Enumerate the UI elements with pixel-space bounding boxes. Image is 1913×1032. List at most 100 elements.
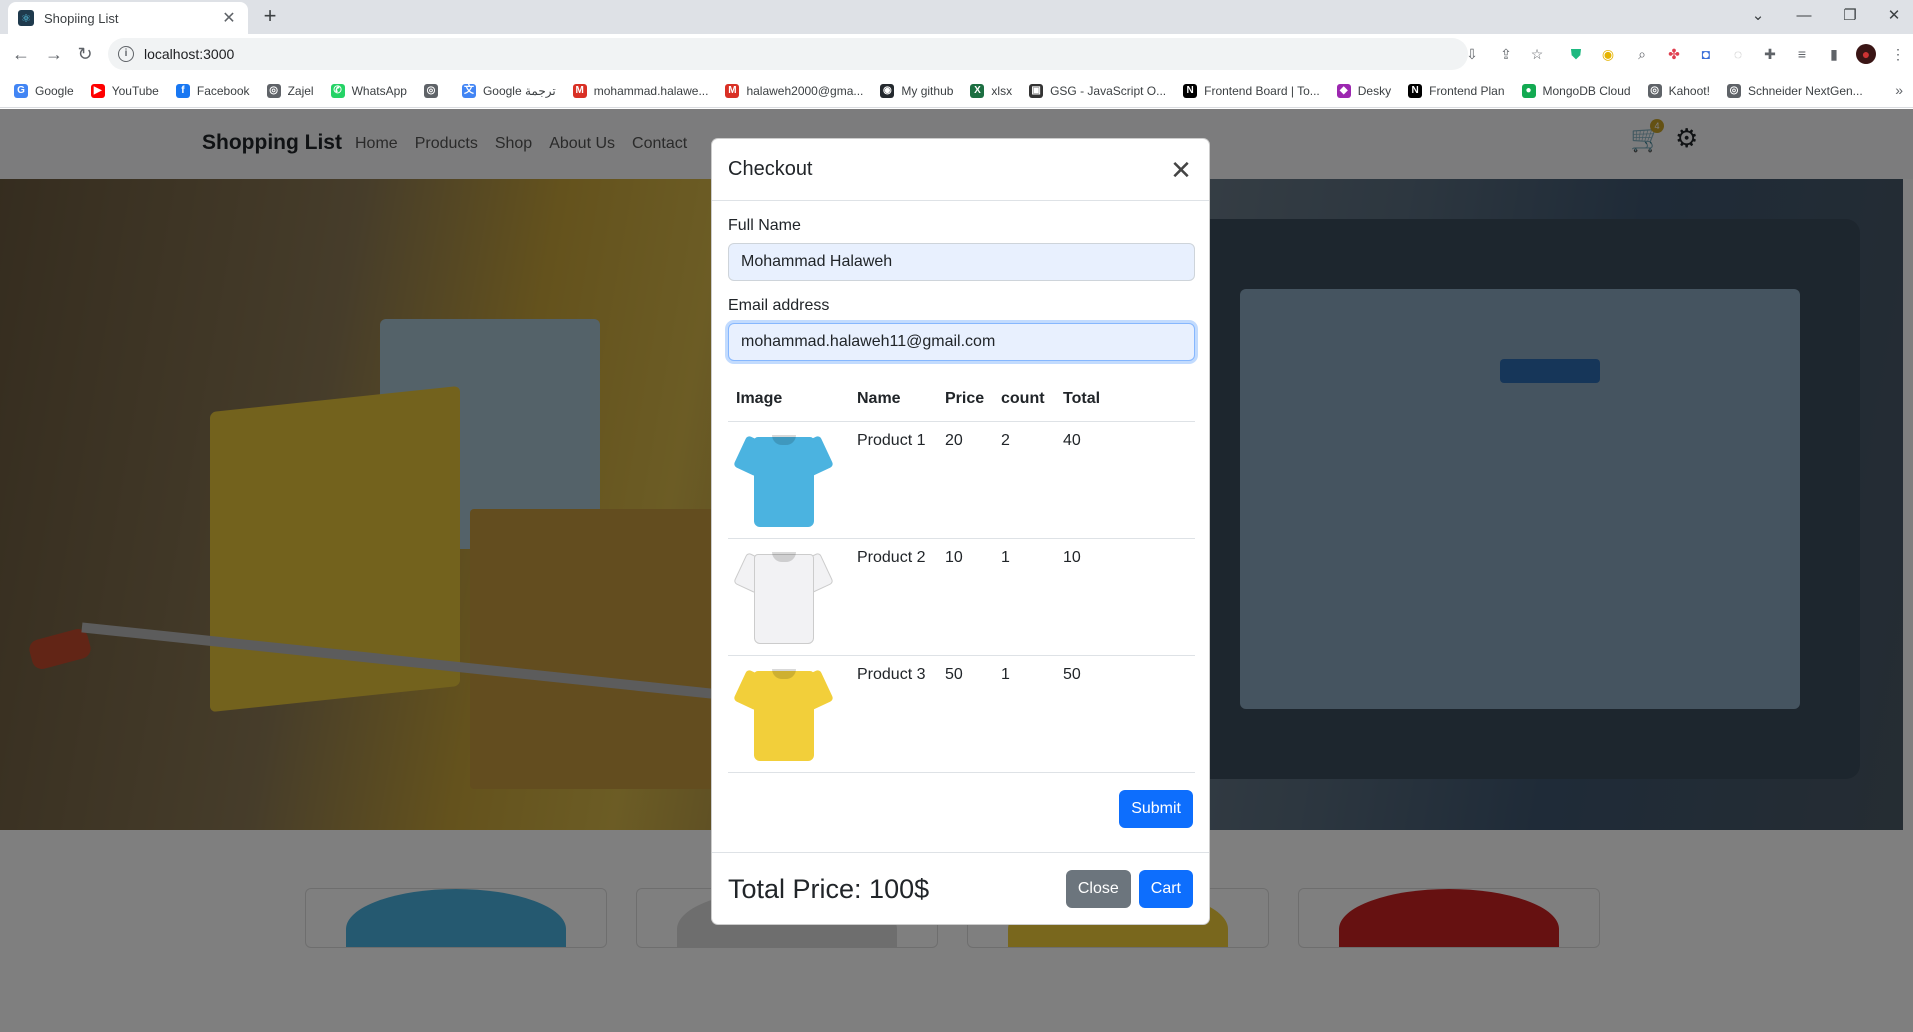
bookmark-item[interactable]: ▣ GSG - JavaScript O... bbox=[1029, 83, 1167, 98]
modal-title: Checkout bbox=[728, 158, 813, 180]
product-image-cell bbox=[728, 421, 849, 539]
bookmark-icon: G bbox=[14, 83, 28, 98]
bookmark-item[interactable]: ◎ Kahoot! bbox=[1647, 83, 1710, 98]
product-name: Product 2 bbox=[849, 538, 937, 656]
bookmark-icon: ▣ bbox=[1029, 83, 1044, 98]
bookmark-icon: ◎ bbox=[266, 83, 281, 98]
bookmark-item[interactable]: Mhalaweh2000@gma... bbox=[725, 83, 863, 98]
install-icon[interactable]: ⇩ bbox=[1462, 44, 1482, 64]
product-image-cell bbox=[728, 538, 849, 656]
close-icon[interactable]: ✕ bbox=[1169, 157, 1193, 183]
reload-icon[interactable]: ↻ bbox=[73, 42, 97, 66]
bookmark-icon: ◎ bbox=[423, 83, 438, 98]
modal-footer: Total Price: 100$ Close Cart bbox=[712, 852, 1209, 925]
address-bar[interactable]: i localhost:3000 bbox=[108, 38, 1468, 70]
bookmark-item[interactable]: ● MongoDB Cloud bbox=[1521, 83, 1631, 98]
share-icon[interactable]: ⇪ bbox=[1496, 44, 1516, 64]
full-name-field[interactable] bbox=[728, 243, 1195, 281]
close-button[interactable]: Close bbox=[1065, 870, 1131, 908]
bookmark-label: Zajel bbox=[287, 83, 314, 98]
bookmark-item[interactable]: Mmohammad.halawe... bbox=[572, 83, 709, 98]
window-close-icon[interactable]: ✕ bbox=[1876, 4, 1912, 28]
url-text: localhost:3000 bbox=[144, 46, 235, 62]
bookmark-icon: ◆ bbox=[1336, 83, 1351, 98]
product-count: 2 bbox=[993, 421, 1055, 539]
shirt-image bbox=[733, 427, 834, 530]
bookmark-icon: M bbox=[572, 83, 587, 98]
bookmark-item[interactable]: G Google bbox=[14, 83, 74, 98]
product-name: Product 3 bbox=[849, 655, 937, 773]
profile-avatar-icon[interactable]: ● bbox=[1856, 44, 1876, 64]
product-total: 40 bbox=[1055, 421, 1195, 539]
checkout-modal: Checkout ✕ Full Name Email address Image… bbox=[711, 138, 1210, 925]
column-header-total: Total bbox=[1055, 377, 1195, 422]
restore-icon[interactable]: ❐ bbox=[1832, 4, 1868, 28]
table-header-row: Image Name Price count Total bbox=[728, 377, 1195, 422]
bookmark-item[interactable]: f Facebook bbox=[175, 83, 250, 98]
footer-buttons: Close Cart bbox=[1065, 870, 1193, 908]
bookmark-icon: ◎ bbox=[1647, 83, 1662, 98]
bookmark-icon: X bbox=[970, 83, 985, 98]
modal-header: Checkout ✕ bbox=[712, 139, 1209, 201]
bookmark-item[interactable]: ◆ Desky bbox=[1336, 83, 1391, 98]
bookmark-label: Frontend Board | To... bbox=[1204, 83, 1320, 98]
product-price: 50 bbox=[937, 655, 993, 773]
submit-button[interactable]: Submit bbox=[1119, 789, 1193, 828]
bookmark-item[interactable]: ◎ bbox=[423, 83, 445, 98]
tab-search-icon[interactable]: ⌄ bbox=[1740, 4, 1776, 28]
react-favicon-icon: ⚛ bbox=[18, 10, 34, 26]
bookmark-item[interactable]: 文 Google ترجمة bbox=[461, 83, 556, 98]
bookmark-label: mohammad.halawe... bbox=[593, 83, 709, 98]
product-total: 50 bbox=[1055, 655, 1195, 773]
bookmark-icon: N bbox=[1408, 83, 1423, 98]
bookmark-item[interactable]: Xxlsx bbox=[970, 83, 1012, 98]
product-price: 10 bbox=[937, 538, 993, 656]
extensions-puzzle-icon[interactable]: ✚ bbox=[1760, 44, 1780, 64]
product-total: 10 bbox=[1055, 538, 1195, 656]
bookmark-star-icon[interactable]: ☆ bbox=[1527, 44, 1547, 64]
minimize-icon[interactable]: — bbox=[1786, 4, 1822, 28]
bookmark-icon: 文 bbox=[461, 83, 476, 98]
browser-menu-icon[interactable]: ⋮ bbox=[1888, 44, 1908, 64]
back-icon[interactable]: ← bbox=[9, 42, 33, 66]
extension-blue-icon[interactable]: ◘ bbox=[1696, 44, 1716, 64]
bookmark-item[interactable]: ▶ YouTube bbox=[90, 83, 159, 98]
extension-gray-icon[interactable]: ◌ bbox=[1728, 44, 1748, 64]
bookmark-item[interactable]: N Frontend Plan bbox=[1408, 83, 1505, 98]
tab-title: Shopiing List bbox=[44, 10, 119, 26]
cart-button[interactable]: Cart bbox=[1138, 870, 1193, 908]
extension-shield-icon[interactable]: ⛊ bbox=[1566, 44, 1586, 64]
bookmark-icon: ▶ bbox=[90, 83, 105, 98]
bookmark-label: Frontend Plan bbox=[1429, 83, 1505, 98]
full-name-label: Full Name bbox=[728, 217, 801, 234]
more-bookmarks-icon[interactable]: » bbox=[1895, 82, 1903, 98]
email-field[interactable] bbox=[728, 323, 1195, 361]
bookmark-label: Kahoot! bbox=[1668, 83, 1710, 98]
reading-list-icon[interactable]: ≡ bbox=[1792, 44, 1812, 64]
bookmark-label: My github bbox=[901, 83, 954, 98]
bookmark-item[interactable]: ◎ Zajel bbox=[266, 83, 314, 98]
tab-close-icon[interactable]: ✕ bbox=[220, 8, 238, 28]
browser-tab[interactable]: ⚛ Shopiing List ✕ bbox=[8, 2, 248, 34]
bookmark-item[interactable]: N Frontend Board | To... bbox=[1183, 83, 1320, 98]
cart-items-table: Image Name Price count Total Product 1 2… bbox=[728, 377, 1195, 773]
bookmark-item[interactable]: ✆ WhatsApp bbox=[330, 83, 407, 98]
column-header-count: count bbox=[993, 377, 1055, 422]
extension-yellow-icon[interactable]: ◉ bbox=[1598, 44, 1618, 64]
bookmark-item[interactable]: ◎ Schneider NextGen... bbox=[1726, 83, 1863, 98]
total-price: Total Price: 100$ bbox=[728, 873, 930, 904]
column-header-price: Price bbox=[937, 377, 993, 422]
modal-body: Full Name Email address Image Name Price… bbox=[712, 201, 1209, 845]
extension-search-icon[interactable]: ⌕ bbox=[1632, 44, 1652, 64]
product-name: Product 1 bbox=[849, 421, 937, 539]
table-row: Product 2 10 1 10 bbox=[728, 538, 1195, 656]
side-panel-icon[interactable]: ▮ bbox=[1824, 44, 1844, 64]
email-label: Email address bbox=[728, 297, 830, 314]
forward-icon[interactable]: → bbox=[42, 42, 66, 66]
bookmark-item[interactable]: ◉ My github bbox=[880, 83, 954, 98]
browser-toolbar: ← → ↻ i localhost:3000 ⇩ ⇪ ☆ ⛊ ◉ ⌕ ✤ ◘ ◌… bbox=[0, 34, 1913, 74]
bookmark-label: GSG - JavaScript O... bbox=[1050, 83, 1167, 98]
extension-color-icon[interactable]: ✤ bbox=[1664, 44, 1684, 64]
new-tab-icon[interactable]: + bbox=[258, 5, 282, 29]
site-info-icon[interactable]: i bbox=[118, 46, 134, 62]
